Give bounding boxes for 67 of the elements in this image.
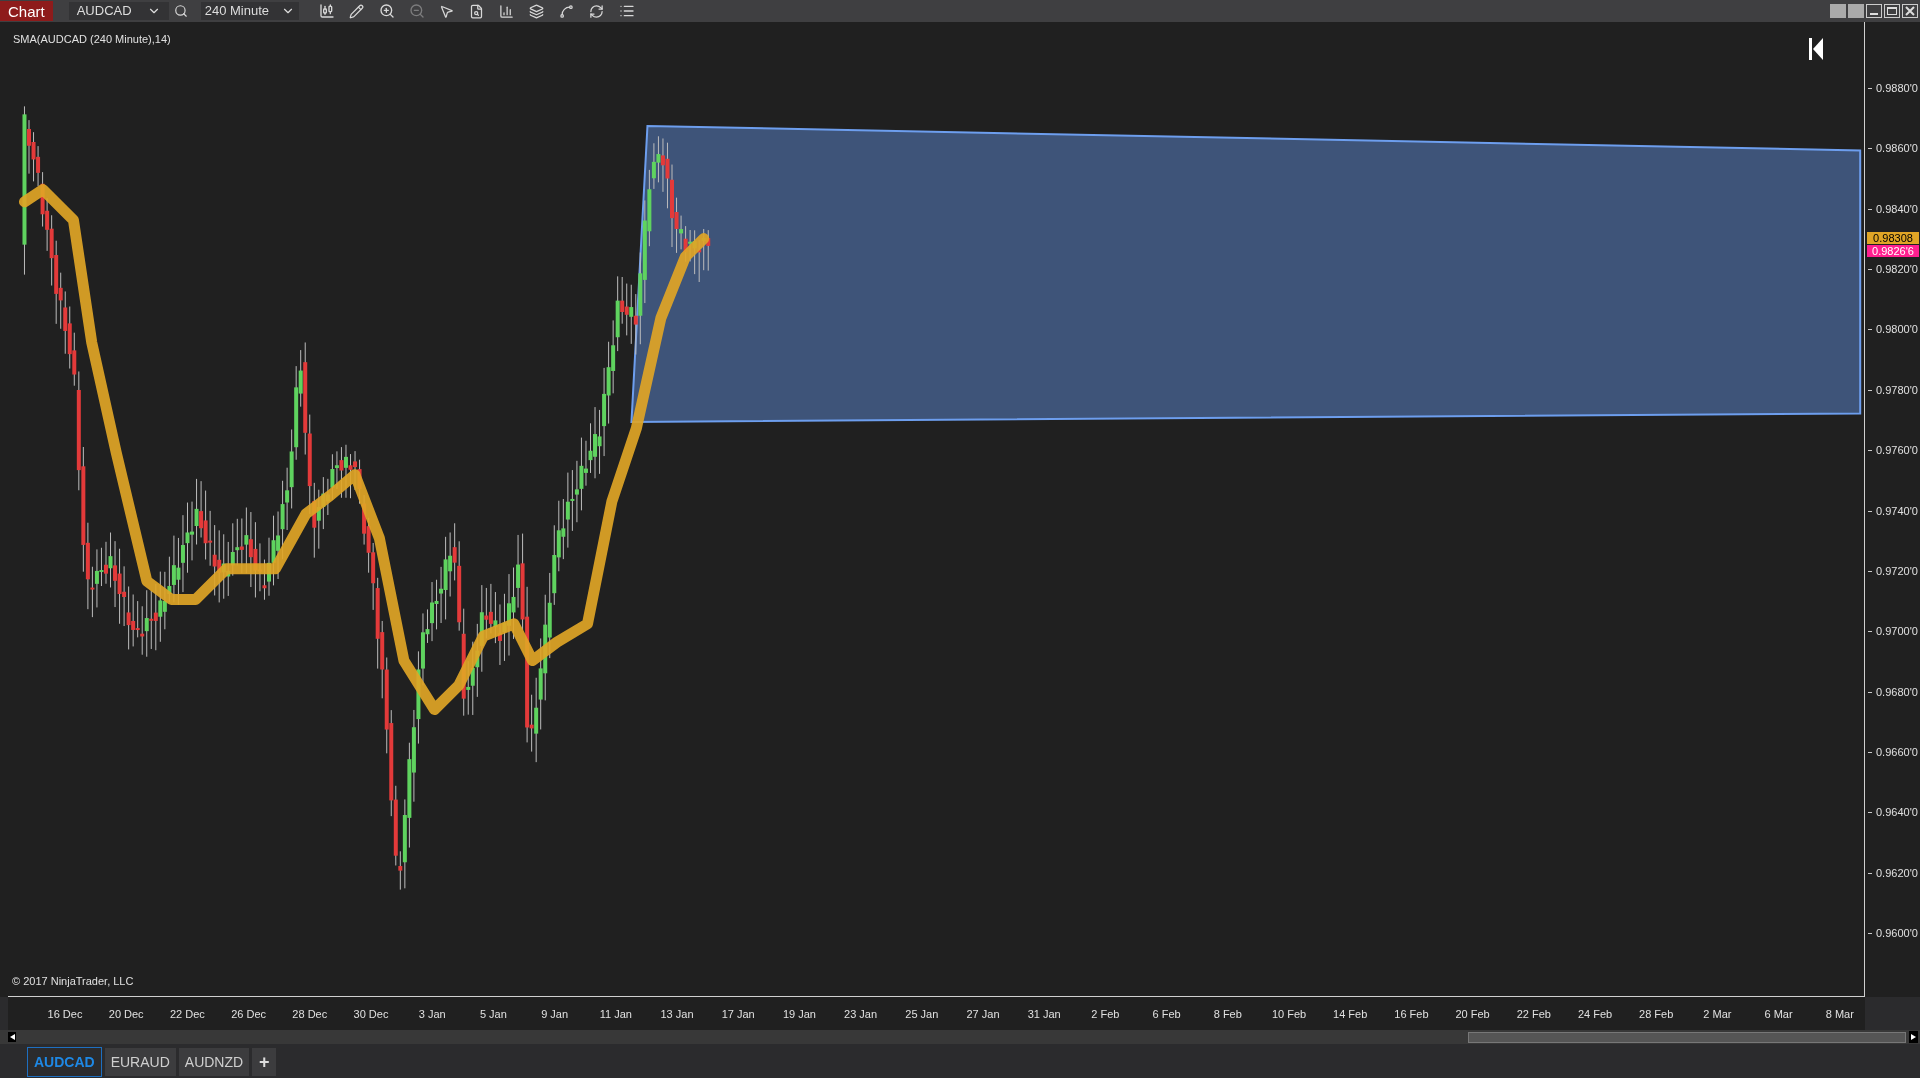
date-label: 31 Jan [1027,1007,1061,1022]
price-label: 0.9800'0 [1868,324,1918,336]
price-label: 0.9700'0 [1868,626,1918,638]
date-label: 5 Jan [479,1007,507,1022]
date-label: 8 Mar [1825,1007,1854,1022]
date-label: 19 Jan [782,1007,816,1022]
price-label: 0.9620'0 [1868,867,1918,879]
horizontal-scrollbar[interactable] [0,1030,1920,1044]
date-label: 26 Dec [231,1007,266,1022]
date-label: 2 Feb [1091,1007,1120,1022]
date-label: 2 Mar [1703,1007,1732,1022]
window-tile-button[interactable] [1848,4,1864,18]
date-label: 25 Jan [905,1007,939,1022]
date-label: 16 Dec [47,1007,83,1022]
date-label: 22 Dec [169,1007,205,1022]
instrument-dropdown[interactable]: AUDCAD [68,2,169,20]
date-label: 6 Mar [1764,1007,1793,1022]
scroll-right-icon[interactable] [1909,1031,1918,1043]
window-tile-button[interactable] [1830,4,1846,18]
interval-dropdown[interactable]: 240 Minute [200,2,299,20]
date-label: 9 Jan [541,1007,569,1022]
instrument-tab[interactable]: AUDNZD [178,1048,250,1076]
price-marker: 0.98308 [1867,232,1919,244]
maximize-button[interactable] [1884,4,1900,18]
date-label: 22 Feb [1516,1007,1551,1022]
date-label: 13 Jan [660,1007,694,1022]
date-label: 24 Feb [1577,1007,1613,1022]
price-label: 0.9760'0 [1868,445,1918,457]
scrollbar-thumb[interactable] [1468,1031,1906,1043]
date-label: 10 Feb [1271,1007,1307,1022]
price-label: 0.9840'0 [1868,203,1918,215]
date-label: 28 Dec [292,1007,328,1022]
close-button[interactable] [1902,4,1918,18]
price-label: 0.9660'0 [1868,746,1918,758]
date-label: 23 Jan [844,1007,878,1022]
scroll-to-end-icon[interactable] [1808,38,1824,60]
minimize-button[interactable] [1866,4,1882,18]
date-label: 11 Jan [599,1007,632,1022]
price-label: 0.9720'0 [1868,565,1918,577]
date-label: 16 Feb [1394,1007,1429,1022]
date-label: 17 Jan [721,1007,755,1022]
price-label: 0.9780'0 [1868,384,1918,396]
price-label: 0.9600'0 [1868,928,1918,940]
indicator-label: SMA(AUDCAD (240 Minute),14) [13,32,171,47]
price-label: 0.9680'0 [1868,686,1918,698]
date-label: 30 Dec [353,1007,389,1022]
date-label: 8 Feb [1213,1007,1242,1022]
copyright-text: © 2017 NinjaTrader, LLC [12,973,134,989]
date-label: 6 Feb [1152,1007,1181,1022]
price-label: 0.9860'0 [1868,143,1918,155]
add-tab-button[interactable]: + [252,1048,277,1076]
price-label: 0.9640'0 [1868,807,1918,819]
price-marker: 0.9826'6 [1867,245,1919,257]
price-label: 0.9880'0 [1868,83,1918,94]
date-label: 14 Feb [1333,1007,1368,1022]
date-label: 27 Jan [966,1007,1000,1022]
close-icon [1905,6,1915,16]
chart-button[interactable]: Chart [0,1,53,21]
instrument-tab[interactable]: AUDCAD [27,1047,102,1077]
date-label: 20 Feb [1455,1007,1490,1022]
date-label: 20 Dec [108,1007,144,1022]
scroll-left-icon[interactable] [8,1032,16,1042]
price-label: 0.9740'0 [1868,505,1918,517]
date-label: 28 Feb [1639,1007,1674,1022]
date-label: 3 Jan [418,1007,446,1022]
instrument-tab[interactable]: EURAUD [104,1048,176,1076]
price-label: 0.9820'0 [1868,264,1918,276]
